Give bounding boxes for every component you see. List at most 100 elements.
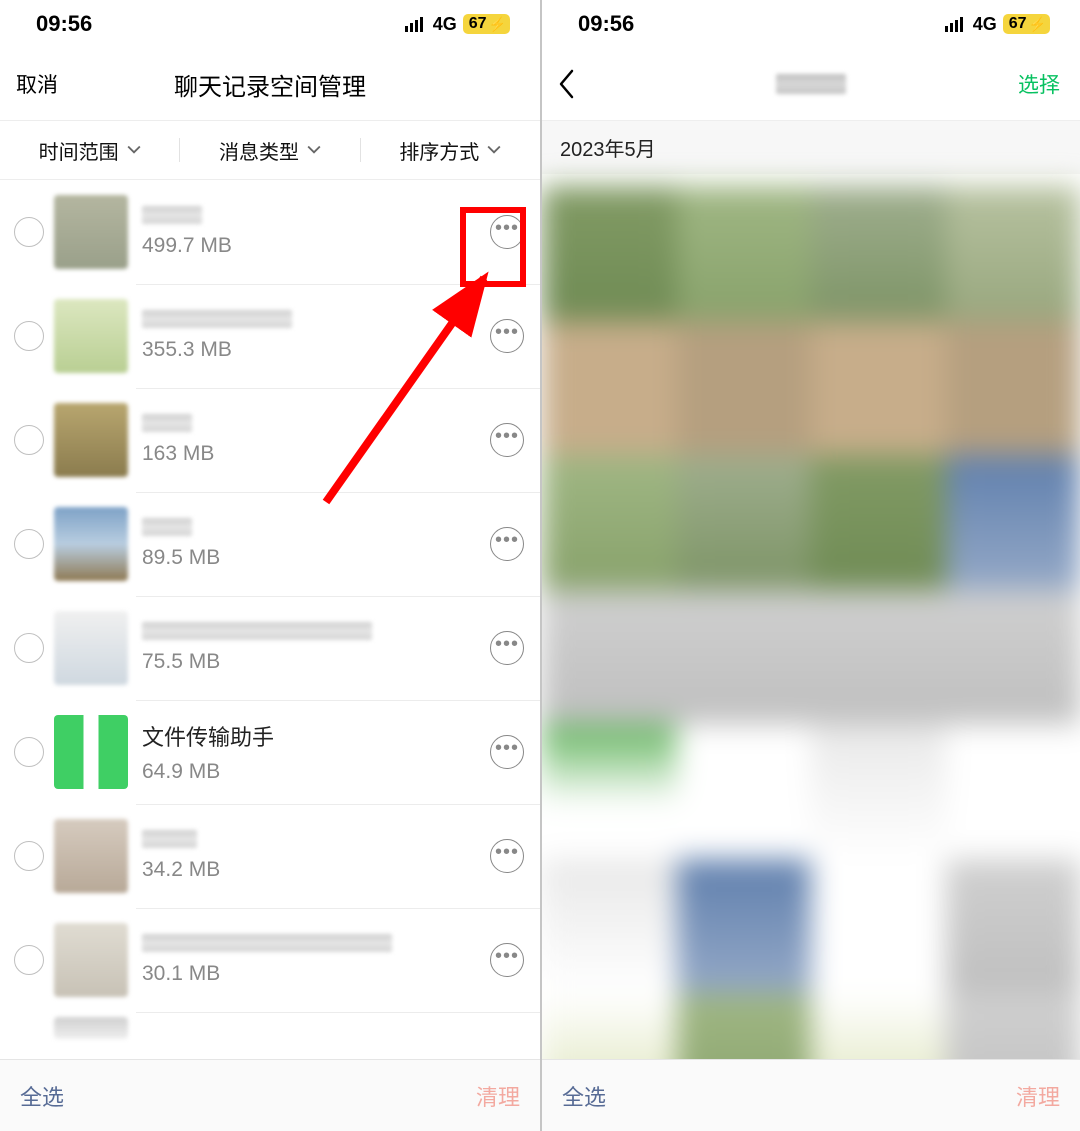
chat-name-blurred bbox=[142, 206, 202, 224]
chat-size: 30.1 MB bbox=[142, 962, 480, 986]
chat-info: 文件传输助手 64.9 MB bbox=[142, 720, 480, 784]
chat-name: 文件传输助手 bbox=[142, 720, 480, 752]
avatar bbox=[54, 923, 128, 997]
chat-row[interactable]: 163 MB ••• bbox=[0, 388, 540, 492]
more-button[interactable]: ••• bbox=[490, 527, 524, 561]
media-item[interactable] bbox=[542, 186, 677, 321]
more-button[interactable]: ••• bbox=[490, 319, 524, 353]
cancel-button[interactable]: 取消 bbox=[16, 48, 58, 120]
media-item[interactable] bbox=[542, 859, 677, 994]
battery-indicator: 67⚡ bbox=[1003, 14, 1050, 34]
media-item[interactable] bbox=[946, 186, 1080, 321]
media-item[interactable] bbox=[946, 859, 1080, 994]
media-item[interactable] bbox=[946, 590, 1080, 725]
chat-row[interactable]: 89.5 MB ••• bbox=[0, 492, 540, 596]
cleanup-button[interactable]: 清理 bbox=[1016, 1080, 1060, 1112]
chat-row[interactable]: 355.3 MB ••• bbox=[0, 284, 540, 388]
more-button[interactable]: ••• bbox=[490, 735, 524, 769]
more-button[interactable]: ••• bbox=[490, 631, 524, 665]
chevron-down-icon bbox=[127, 143, 141, 157]
more-button[interactable]: ••• bbox=[490, 215, 524, 249]
media-item[interactable] bbox=[946, 321, 1080, 456]
select-radio[interactable] bbox=[14, 321, 44, 351]
media-item[interactable] bbox=[811, 724, 946, 859]
page-title: 聊天记录空间管理 bbox=[174, 67, 366, 102]
filter-message-type[interactable]: 消息类型 bbox=[180, 136, 359, 165]
select-radio[interactable] bbox=[14, 633, 44, 663]
status-time: 09:56 bbox=[36, 11, 92, 37]
left-screen: 09:56 4G 67⚡ 取消 聊天记录空间管理 时间范围 消息类型 排序方式 bbox=[0, 0, 540, 1131]
media-item[interactable] bbox=[811, 321, 946, 456]
chat-row[interactable]: 499.7 MB ••• bbox=[0, 180, 540, 284]
media-item[interactable] bbox=[811, 859, 946, 994]
page-title-blurred bbox=[776, 74, 846, 94]
media-item[interactable] bbox=[811, 590, 946, 725]
nav-bar: 选择 bbox=[542, 48, 1080, 120]
select-radio[interactable] bbox=[14, 841, 44, 871]
chat-info: 75.5 MB bbox=[142, 622, 480, 674]
chat-size: 64.9 MB bbox=[142, 760, 480, 784]
avatar bbox=[54, 611, 128, 685]
filter-sort[interactable]: 排序方式 bbox=[361, 136, 540, 165]
battery-value: 67 bbox=[469, 15, 487, 33]
select-radio[interactable] bbox=[14, 425, 44, 455]
nav-bar: 取消 聊天记录空间管理 bbox=[0, 48, 540, 120]
status-right: 4G 67⚡ bbox=[405, 14, 510, 35]
media-item[interactable] bbox=[677, 590, 812, 725]
avatar bbox=[54, 819, 128, 893]
media-item[interactable] bbox=[811, 186, 946, 321]
select-radio[interactable] bbox=[14, 737, 44, 767]
filter-label: 消息类型 bbox=[219, 136, 299, 165]
section-date: 2023年5月 bbox=[542, 120, 1080, 174]
chat-row[interactable]: 34.2 MB ••• bbox=[0, 804, 540, 908]
signal-icon bbox=[945, 16, 967, 32]
cleanup-button[interactable]: 清理 bbox=[476, 1080, 520, 1112]
avatar bbox=[54, 715, 128, 789]
chat-size: 163 MB bbox=[142, 442, 480, 466]
media-item[interactable] bbox=[677, 455, 812, 590]
media-grid[interactable] bbox=[542, 186, 1080, 1059]
select-radio[interactable] bbox=[14, 945, 44, 975]
select-radio[interactable] bbox=[14, 529, 44, 559]
bottom-bar: 全选 清理 bbox=[542, 1059, 1080, 1131]
media-item[interactable] bbox=[677, 321, 812, 456]
media-item[interactable] bbox=[946, 455, 1080, 590]
select-all-button[interactable]: 全选 bbox=[20, 1080, 64, 1112]
chat-row[interactable]: 文件传输助手 64.9 MB ••• bbox=[0, 700, 540, 804]
chat-name-blurred bbox=[142, 518, 192, 536]
chat-row[interactable]: 30.1 MB ••• bbox=[0, 908, 540, 1012]
charging-icon: ⚡ bbox=[489, 16, 506, 33]
chat-row[interactable]: 75.5 MB ••• bbox=[0, 596, 540, 700]
signal-icon bbox=[405, 16, 427, 32]
chat-size: 75.5 MB bbox=[142, 650, 480, 674]
avatar bbox=[54, 1017, 128, 1039]
avatar bbox=[54, 507, 128, 581]
chat-name-blurred bbox=[142, 934, 392, 952]
chevron-down-icon bbox=[487, 143, 501, 157]
more-button[interactable]: ••• bbox=[490, 943, 524, 977]
select-button[interactable]: 选择 bbox=[1018, 48, 1060, 120]
media-item[interactable] bbox=[811, 455, 946, 590]
select-radio[interactable] bbox=[14, 217, 44, 247]
media-item[interactable] bbox=[542, 321, 677, 456]
media-item[interactable] bbox=[542, 724, 677, 859]
media-item[interactable] bbox=[677, 186, 812, 321]
media-item[interactable] bbox=[677, 859, 812, 994]
chat-size: 499.7 MB bbox=[142, 234, 480, 258]
battery-value: 67 bbox=[1009, 15, 1027, 33]
back-button[interactable] bbox=[558, 48, 576, 120]
filter-label: 时间范围 bbox=[39, 136, 119, 165]
right-screen: 09:56 4G 67⚡ 选择 2023年5月 bbox=[540, 0, 1080, 1131]
chat-size: 355.3 MB bbox=[142, 338, 480, 362]
more-button[interactable]: ••• bbox=[490, 839, 524, 873]
network-label: 4G bbox=[433, 14, 457, 35]
media-item[interactable] bbox=[542, 455, 677, 590]
filter-time-range[interactable]: 时间范围 bbox=[0, 136, 179, 165]
media-item[interactable] bbox=[542, 590, 677, 725]
more-button[interactable]: ••• bbox=[490, 423, 524, 457]
media-item[interactable] bbox=[677, 724, 812, 859]
media-item[interactable] bbox=[946, 724, 1080, 859]
select-all-button[interactable]: 全选 bbox=[562, 1080, 606, 1112]
chat-name-blurred bbox=[142, 622, 372, 640]
chat-info: 163 MB bbox=[142, 414, 480, 466]
